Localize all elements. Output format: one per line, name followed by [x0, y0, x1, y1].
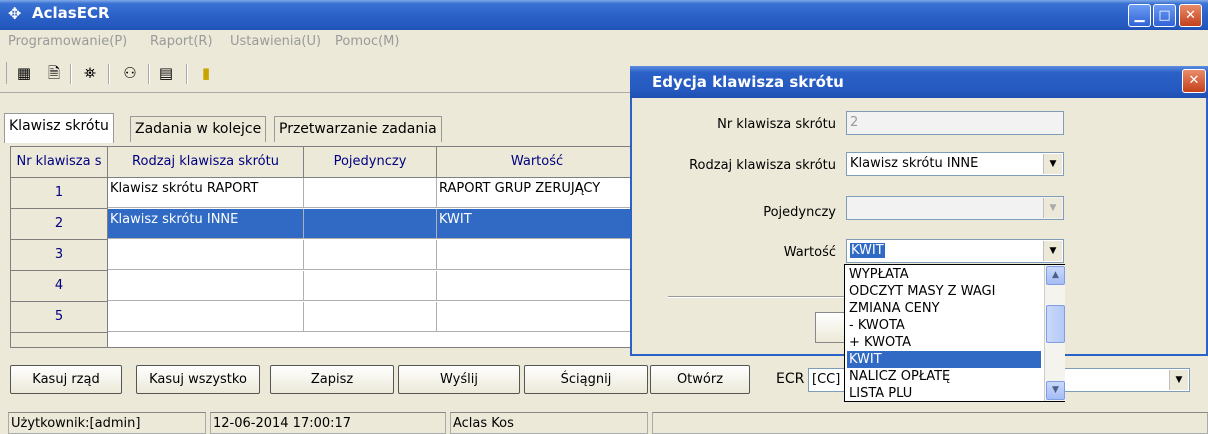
tab-przetwarzanie-zadania[interactable]: Przetwarzanie zadania: [274, 116, 442, 142]
table-cell-rodzaj[interactable]: [108, 302, 304, 332]
chevron-down-icon[interactable]: ▼: [1169, 370, 1188, 390]
status-name: Aclas Kos: [450, 412, 648, 434]
menu-pomoc[interactable]: Pomoc(M): [335, 34, 399, 49]
status-datetime: 12-06-2014 17:00:17: [210, 412, 446, 434]
label-wartosc: Wartość: [783, 245, 836, 260]
title-bar[interactable]: [0, 0, 1208, 30]
column-header-pojedynczy[interactable]: Pojedynczy: [304, 147, 437, 178]
toolbar-separator: [108, 64, 110, 84]
table-cell-pojedynczy[interactable]: [304, 178, 437, 208]
status-extra: [652, 412, 1208, 434]
rodzaj-klawisza-select[interactable]: Klawisz skrótu INNE ▼: [846, 152, 1064, 176]
scroll-up-icon[interactable]: ▲: [1046, 266, 1065, 285]
delete-all-button[interactable]: Kasuj wszystko: [136, 365, 260, 394]
dropdown-option[interactable]: NALICZ OPŁATĘ: [847, 368, 1041, 385]
document-icon[interactable]: 🗎: [42, 62, 66, 84]
window-title: AclasECR: [32, 4, 110, 22]
column-header-wartosc[interactable]: Wartość: [437, 147, 635, 178]
grid-icon[interactable]: ▦: [12, 62, 36, 84]
table-cell-wartosc[interactable]: [437, 302, 635, 332]
row-number[interactable]: 5: [11, 302, 108, 333]
dropdown-option[interactable]: ZMIANA CENY: [847, 300, 1041, 317]
status-user: Użytkownik:[admin]: [8, 412, 206, 434]
row-number[interactable]: 3: [11, 240, 108, 271]
toolbar-divider: [0, 92, 630, 93]
table-cell-pojedynczy[interactable]: [304, 271, 437, 301]
table-cell-wartosc[interactable]: KWIT: [437, 209, 635, 239]
toolbar-separator: [186, 64, 188, 84]
send-button[interactable]: Wyślij: [398, 365, 520, 394]
nr-klawisza-field[interactable]: 2: [846, 111, 1064, 135]
chevron-down-icon[interactable]: ▼: [1043, 241, 1062, 261]
dialog-title: Edycja klawisza skrótu: [652, 73, 844, 91]
table-cell-wartosc[interactable]: [437, 240, 635, 270]
table-cell-rodzaj[interactable]: Klawisz skrótu INNE: [108, 209, 304, 239]
minimize-button[interactable]: ▁: [1128, 4, 1151, 27]
table-cell-rodzaj[interactable]: [108, 240, 304, 270]
app-icon: ✥: [8, 4, 22, 23]
maximize-button[interactable]: □: [1153, 4, 1176, 27]
users-icon[interactable]: ⚇: [118, 62, 142, 84]
network-icon[interactable]: ⛯: [78, 62, 102, 84]
close-button[interactable]: ✕: [1179, 4, 1202, 27]
label-pojedynczy: Pojedynczy: [763, 205, 836, 220]
column-header-rodzaj[interactable]: Rodzaj klawisza skrótu: [108, 147, 304, 178]
dropdown-option[interactable]: - KWOTA: [847, 317, 1041, 334]
row-number[interactable]: 4: [11, 271, 108, 302]
row-number[interactable]: 2: [11, 209, 108, 240]
dropdown-option[interactable]: LISTA PLU: [847, 385, 1041, 401]
wartosc-dropdown-list[interactable]: WYPŁATA ODCZYT MASY Z WAGI ZMIANA CENY -…: [844, 264, 1065, 402]
row-number[interactable]: 1: [11, 178, 108, 209]
toolbar-separator: [148, 64, 150, 84]
dropdown-option[interactable]: ODCZYT MASY Z WAGI: [847, 283, 1041, 300]
menu-programowanie[interactable]: Programowanie(P): [8, 34, 127, 49]
chevron-down-icon[interactable]: ▼: [1043, 154, 1062, 174]
table-cell-wartosc[interactable]: RAPORT GRUP ZERUJĄCY: [437, 178, 635, 208]
dropdown-option[interactable]: + KWOTA: [847, 334, 1041, 351]
table-cell-wartosc[interactable]: [437, 271, 635, 301]
ecr-value: [CC]: [812, 372, 841, 387]
exit-door-icon[interactable]: ▮: [194, 62, 218, 84]
open-button[interactable]: Otwórz: [650, 365, 750, 394]
dropdown-option[interactable]: WYPŁATA: [847, 266, 1041, 283]
dropdown-scrollbar[interactable]: ▲ ▼: [1044, 265, 1065, 401]
pojedynczy-select[interactable]: ▼: [846, 196, 1064, 220]
delete-row-button[interactable]: Kasuj rząd: [10, 365, 122, 394]
menu-raport[interactable]: Raport(R): [150, 34, 213, 49]
tab-klawisz-skrotu[interactable]: Klawisz skrótu: [4, 113, 114, 143]
download-button[interactable]: Ściągnij: [524, 365, 648, 394]
row-number[interactable]: [11, 333, 108, 347]
table-cell-pojedynczy[interactable]: [304, 302, 437, 332]
wartosc-value: KWIT: [850, 243, 885, 258]
scroll-thumb[interactable]: [1046, 305, 1065, 343]
dialog-close-button[interactable]: ✕: [1182, 69, 1206, 93]
menu-ustawienia[interactable]: Ustawienia(U): [230, 34, 321, 49]
table-cell-rodzaj[interactable]: Klawisz skrótu RAPORT: [108, 178, 304, 208]
shortcut-key-table[interactable]: Nr klawisza s Rodzaj klawisza skrótu Poj…: [10, 146, 636, 348]
label-nr-klawisza: Nr klawisza skrótu: [717, 117, 836, 132]
tab-zadania-w-kolejce[interactable]: Zadania w kolejce: [130, 116, 267, 142]
table-cell-pojedynczy[interactable]: [304, 240, 437, 270]
save-button[interactable]: Zapisz: [270, 365, 394, 394]
wartosc-select[interactable]: KWIT ▼: [846, 239, 1064, 263]
dialog-divider: [668, 296, 848, 298]
scroll-down-icon[interactable]: ▼: [1046, 381, 1065, 400]
toolbar-separator: [70, 64, 72, 84]
chevron-down-icon[interactable]: ▼: [1043, 198, 1062, 218]
ecr-label: ECR: [776, 371, 805, 387]
column-header-nr[interactable]: Nr klawisza s: [11, 147, 108, 178]
rodzaj-value: Klawisz skrótu INNE: [850, 156, 979, 171]
table-cell-rodzaj[interactable]: [108, 271, 304, 301]
toolbar-grip: [6, 62, 7, 84]
label-rodzaj-klawisza: Rodzaj klawisza skrótu: [689, 158, 836, 173]
database-icon[interactable]: ▤: [154, 62, 178, 84]
dropdown-option-selected[interactable]: KWIT: [847, 351, 1041, 368]
table-cell-pojedynczy[interactable]: [304, 209, 437, 239]
